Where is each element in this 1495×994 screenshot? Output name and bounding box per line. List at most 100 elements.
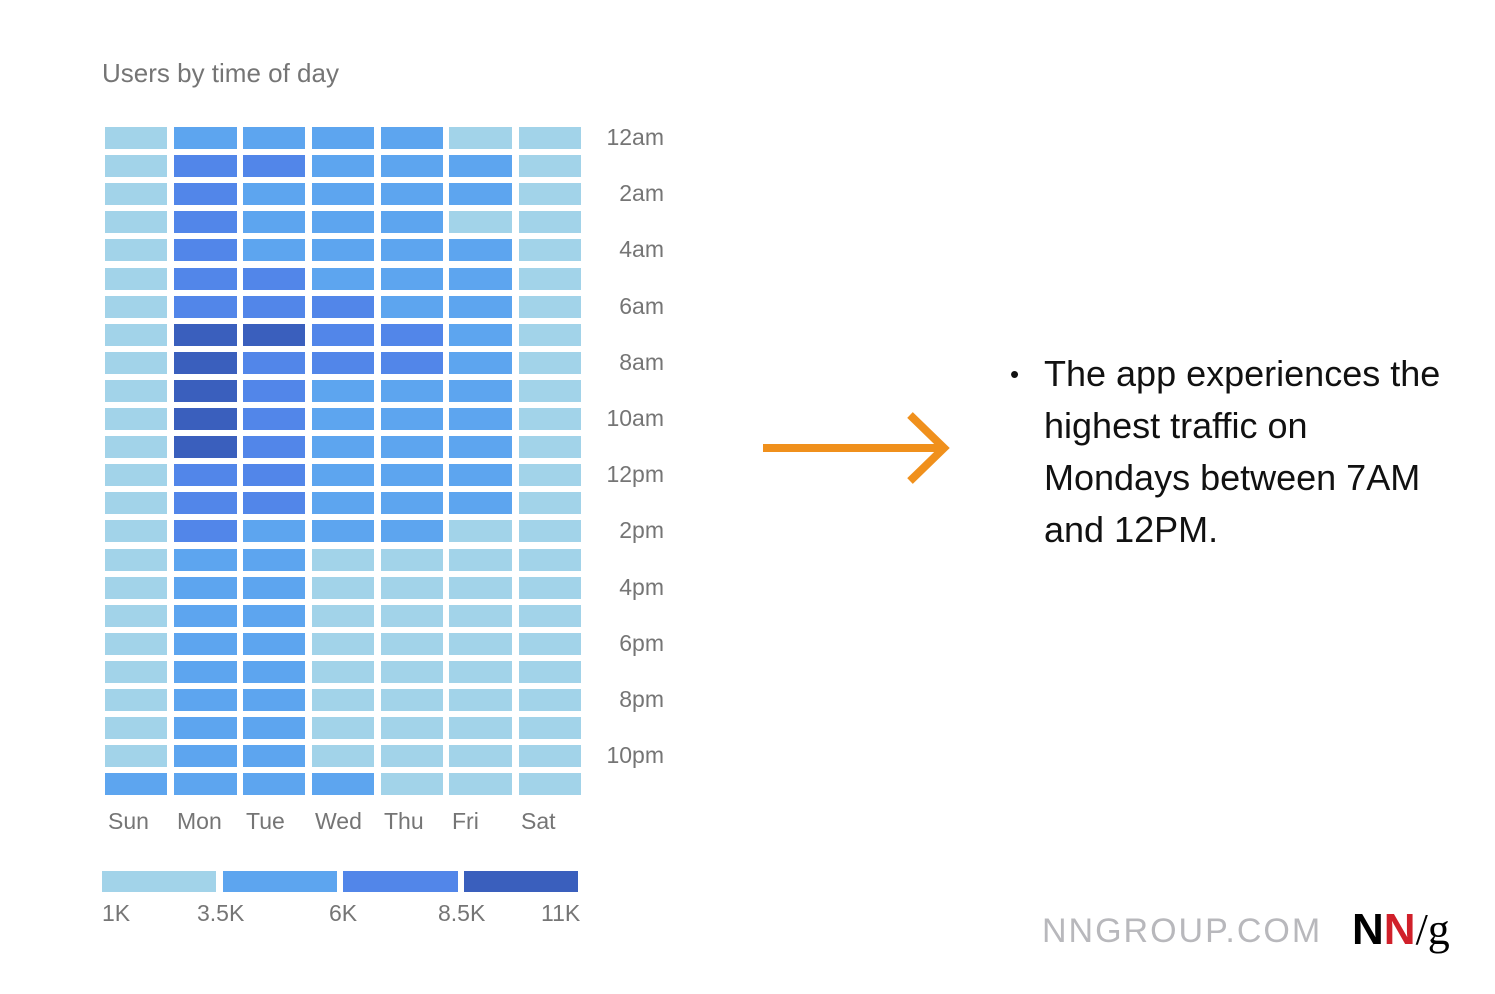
heatmap-cell-tue-12pm — [243, 464, 305, 486]
heatmap-cell-tue-6pm — [243, 633, 305, 655]
heatmap-cell-wed-2pm — [312, 520, 374, 542]
heatmap-cell-sun-7pm — [105, 661, 167, 683]
heatmap-cell-sat-7pm — [519, 661, 581, 683]
heatmap-cell-mon-7pm — [174, 661, 237, 683]
logo-n1: N — [1352, 905, 1384, 954]
logo-n2: N — [1383, 905, 1416, 954]
legend-swatch-1 — [223, 871, 337, 892]
heatmap-cell-fri-10pm — [449, 745, 512, 767]
heatmap-cell-sun-5am — [105, 268, 167, 290]
y-tick-8pm: 8pm — [619, 686, 664, 712]
heatmap-cell-fri-2am — [449, 183, 512, 205]
heatmap-cell-sat-12pm — [519, 464, 581, 486]
x-tick-sat: Sat — [521, 808, 556, 834]
heatmap-cell-sun-7am — [105, 324, 167, 346]
heatmap-cell-sat-9am — [519, 380, 581, 402]
heatmap-cell-thu-4pm — [381, 577, 443, 599]
heatmap-cell-fri-7pm — [449, 661, 512, 683]
heatmap-cell-mon-6am — [174, 296, 237, 318]
heatmap-cell-thu-7pm — [381, 661, 443, 683]
heatmap-cell-mon-1am — [174, 155, 237, 177]
x-tick-sun: Sun — [108, 808, 149, 834]
heatmap-cell-mon-1pm — [174, 492, 237, 514]
logo-slash: / — [1415, 905, 1428, 954]
bullet-dot: • — [1010, 359, 1020, 389]
heatmap-cell-sat-7am — [519, 324, 581, 346]
heatmap-cell-thu-10pm — [381, 745, 443, 767]
heatmap-cell-fri-3am — [449, 211, 512, 233]
heatmap-cell-sun-10pm — [105, 745, 167, 767]
heatmap-cell-wed-6pm — [312, 633, 374, 655]
heatmap-cell-thu-6am — [381, 296, 443, 318]
x-tick-fri: Fri — [452, 808, 479, 834]
heatmap-cell-wed-1am — [312, 155, 374, 177]
heatmap-cell-tue-8pm — [243, 689, 305, 711]
heatmap-cell-fri-6pm — [449, 633, 512, 655]
heatmap-cell-mon-8pm — [174, 689, 237, 711]
heatmap-cell-sun-2pm — [105, 520, 167, 542]
heatmap-cell-sat-2pm — [519, 520, 581, 542]
x-tick-wed: Wed — [315, 808, 362, 834]
heatmap-cell-thu-8pm — [381, 689, 443, 711]
heatmap-cell-sun-8am — [105, 352, 167, 374]
heatmap-cell-fri-12pm — [449, 464, 512, 486]
heatmap-cell-sun-8pm — [105, 689, 167, 711]
heatmap-cell-thu-7am — [381, 324, 443, 346]
logo-g: g — [1427, 905, 1450, 954]
heatmap-cell-thu-5pm — [381, 605, 443, 627]
heatmap-cell-wed-8am — [312, 352, 374, 374]
y-tick-4am: 4am — [619, 236, 664, 262]
y-tick-4pm: 4pm — [619, 574, 664, 600]
heatmap-cell-fri-1pm — [449, 492, 512, 514]
heatmap-cell-fri-3pm — [449, 549, 512, 571]
heatmap-cell-wed-12pm — [312, 464, 374, 486]
heatmap-cell-tue-8am — [243, 352, 305, 374]
heatmap-cell-sat-11am — [519, 436, 581, 458]
insight-text: The app experiences the highest traffic … — [1044, 353, 1441, 550]
y-tick-2am: 2am — [619, 180, 664, 206]
heatmap-cell-thu-2am — [381, 183, 443, 205]
legend-tick-1K: 1K — [102, 900, 131, 926]
heatmap-cell-mon-4am — [174, 239, 237, 261]
heatmap-cell-wed-12am — [312, 127, 374, 149]
heatmap-cell-fri-5pm — [449, 605, 512, 627]
heatmap-cell-thu-9pm — [381, 717, 443, 739]
heatmap-cell-wed-7am — [312, 324, 374, 346]
heatmap-cell-tue-6am — [243, 296, 305, 318]
heatmap-cell-fri-8am — [449, 352, 512, 374]
heatmap-cell-tue-11pm — [243, 773, 305, 795]
heatmap-cell-fri-11am — [449, 436, 512, 458]
heatmap-cell-fri-11pm — [449, 773, 512, 795]
heatmap-cell-wed-11pm — [312, 773, 374, 795]
heatmap-cell-wed-4pm — [312, 577, 374, 599]
heatmap-cell-wed-5am — [312, 268, 374, 290]
heatmap-cell-fri-7am — [449, 324, 512, 346]
legend-swatch-3 — [464, 871, 578, 892]
heatmap-cell-sun-12am — [105, 127, 167, 149]
heatmap-cell-mon-3am — [174, 211, 237, 233]
heatmap-cell-sun-4am — [105, 239, 167, 261]
nng-logo: NN/g — [1352, 904, 1450, 955]
heatmap-cell-sun-1am — [105, 155, 167, 177]
heatmap-cell-fri-2pm — [449, 520, 512, 542]
heatmap-cell-wed-2am — [312, 183, 374, 205]
heatmap-cell-thu-10am — [381, 408, 443, 430]
heatmap-cell-mon-10pm — [174, 745, 237, 767]
heatmap-cell-thu-4am — [381, 239, 443, 261]
heatmap-cell-thu-11pm — [381, 773, 443, 795]
y-tick-8am: 8am — [619, 349, 664, 375]
heatmap-cell-fri-4pm — [449, 577, 512, 599]
y-tick-10pm: 10pm — [606, 742, 664, 768]
heatmap-cell-sun-3am — [105, 211, 167, 233]
heatmap-cell-wed-8pm — [312, 689, 374, 711]
heatmap-cell-tue-3am — [243, 211, 305, 233]
heatmap-cell-thu-12pm — [381, 464, 443, 486]
heatmap-cell-sat-8pm — [519, 689, 581, 711]
heatmap-cell-tue-11am — [243, 436, 305, 458]
heatmap-cell-fri-6am — [449, 296, 512, 318]
heatmap-cell-mon-8am — [174, 352, 237, 374]
heatmap-cell-fri-10am — [449, 408, 512, 430]
heatmap-cell-sun-11am — [105, 436, 167, 458]
legend-tick-8.5K: 8.5K — [438, 900, 486, 926]
heatmap-cell-thu-12am — [381, 127, 443, 149]
